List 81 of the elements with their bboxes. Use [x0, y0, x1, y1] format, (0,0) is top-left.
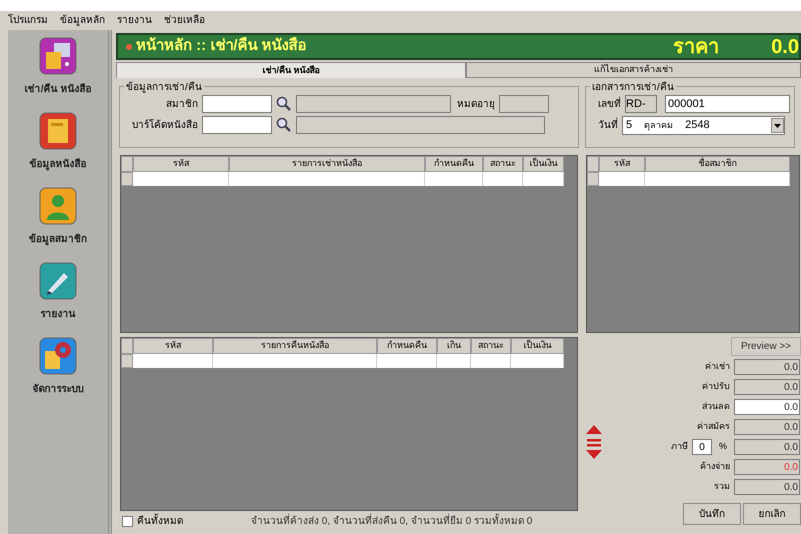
table-cell — [425, 172, 483, 186]
group-title: ข้อมูลการเช่า/คืน — [124, 80, 204, 95]
column-header[interactable]: รหัส — [133, 338, 213, 354]
expiry-field — [499, 95, 549, 113]
field-label: ค่าเช่า — [705, 360, 730, 374]
checkbox[interactable] — [122, 516, 133, 527]
field-label: ส่วนลด — [702, 400, 730, 414]
field-label: ค่าปรับ — [702, 380, 730, 394]
tab[interactable]: เช่า/คืน หนังสือ — [116, 62, 466, 78]
menu-item[interactable]: ช่วยเหลือ — [164, 13, 205, 28]
sidebar-label[interactable]: รายงาน — [40, 307, 76, 322]
column-header[interactable]: สถานะ — [471, 338, 511, 354]
date-picker[interactable]: 5 ตุลาคม 2548 — [622, 116, 785, 135]
tab[interactable]: แก้ไขเอกสารค้างเช่า — [466, 62, 801, 78]
price-value: 0.0 — [771, 34, 799, 60]
search-icon[interactable] — [276, 96, 292, 112]
app-icon[interactable] — [38, 36, 78, 76]
app-icon[interactable] — [38, 111, 78, 151]
page-title: หน้าหลัก :: เช่า/คืน หนังสือ — [136, 36, 307, 56]
unit-label: % — [718, 440, 728, 454]
column-header[interactable]: เกิน — [437, 338, 471, 354]
summary-text: จำนวนที่ค้างส่ง 0, จำนวนที่ส่งคืน 0, จำนวนที่ยืม 0 รวมทั้งหมด 0 — [251, 514, 532, 529]
column-header[interactable]: รายการคืนหนังสือ — [213, 338, 377, 354]
action-button[interactable]: ยกเลิก — [743, 503, 801, 525]
menu-item[interactable]: ข้อมูลหลัก — [60, 13, 105, 28]
action-button[interactable]: บันทึก — [683, 503, 741, 525]
table-cell — [511, 354, 564, 368]
field-label: ค้างจ่าย — [700, 460, 730, 474]
column-header[interactable]: รายการเช่าหนังสือ — [229, 156, 425, 172]
field-label: บาร์โค้ดหนังสือ — [131, 118, 198, 132]
sidebar-label[interactable]: เช่า/คืน หนังสือ — [24, 82, 92, 97]
corner-header — [587, 156, 599, 172]
search-icon[interactable] — [276, 117, 292, 133]
corner-header — [121, 156, 133, 172]
amount-field: 0.0 — [734, 439, 800, 455]
discount-field[interactable]: 0.0 — [734, 399, 800, 415]
member-field[interactable] — [202, 95, 272, 113]
gear-icon[interactable] — [38, 336, 78, 376]
number-field[interactable]: 000001 — [665, 95, 790, 113]
column-header[interactable]: กำหนดคืน — [377, 338, 437, 354]
column-header[interactable]: เป็นเงิน — [511, 338, 564, 354]
amount-field: 0.0 — [734, 359, 800, 375]
table-cell — [483, 172, 523, 186]
sidebar-label[interactable]: จัดการระบบ — [32, 382, 84, 397]
prefix-field: RD- — [625, 95, 657, 113]
preview-button[interactable]: Preview >> — [731, 337, 801, 356]
table-cell — [377, 354, 437, 368]
table-cell — [523, 172, 564, 186]
checkbox-label: คืนทั้งหมด — [137, 514, 247, 529]
field-label: เลขที่ — [598, 96, 621, 112]
field-label: รวม — [714, 480, 730, 494]
column-header[interactable]: ชื่อสมาชิก — [645, 156, 790, 172]
sidebar-label[interactable]: ข้อมูลสมาชิก — [29, 232, 87, 247]
app-icon[interactable] — [38, 261, 78, 301]
move-arrows-icon[interactable] — [584, 424, 604, 460]
corner-header — [121, 338, 133, 354]
column-header[interactable]: เป็นเงิน — [523, 156, 564, 172]
field-label: สมาชิก — [165, 98, 198, 112]
table-cell — [437, 354, 471, 368]
table-cell — [471, 354, 511, 368]
price-label: ราคา — [673, 34, 720, 60]
menu-item[interactable]: รายงาน — [117, 13, 152, 28]
bullet-icon — [126, 44, 132, 50]
field-label: หมดอายุ — [456, 98, 495, 112]
tax-rate-field[interactable]: 0 — [692, 439, 712, 455]
field-label: ภาษี — [671, 440, 688, 454]
amount-field: 0.0 — [734, 379, 800, 395]
amount-field: 0.0 — [734, 479, 800, 495]
field-label: วันที่ — [598, 118, 618, 133]
amount-field: 0.0 — [734, 419, 800, 435]
sidebar-label[interactable]: ข้อมูลหนังสือ — [30, 157, 86, 172]
amount-field: 0.0 — [734, 459, 800, 475]
column-header[interactable]: รหัส — [133, 156, 229, 172]
table-cell — [599, 172, 645, 186]
column-header[interactable]: สถานะ — [483, 156, 523, 172]
person-icon[interactable] — [38, 186, 78, 226]
column-header[interactable]: รหัส — [599, 156, 645, 172]
barcode-field[interactable] — [202, 116, 272, 134]
menu-item[interactable]: โปรแกรม — [8, 13, 48, 28]
column-header[interactable]: กำหนดคืน — [425, 156, 483, 172]
field-label: ค่าสมัคร — [697, 420, 730, 434]
